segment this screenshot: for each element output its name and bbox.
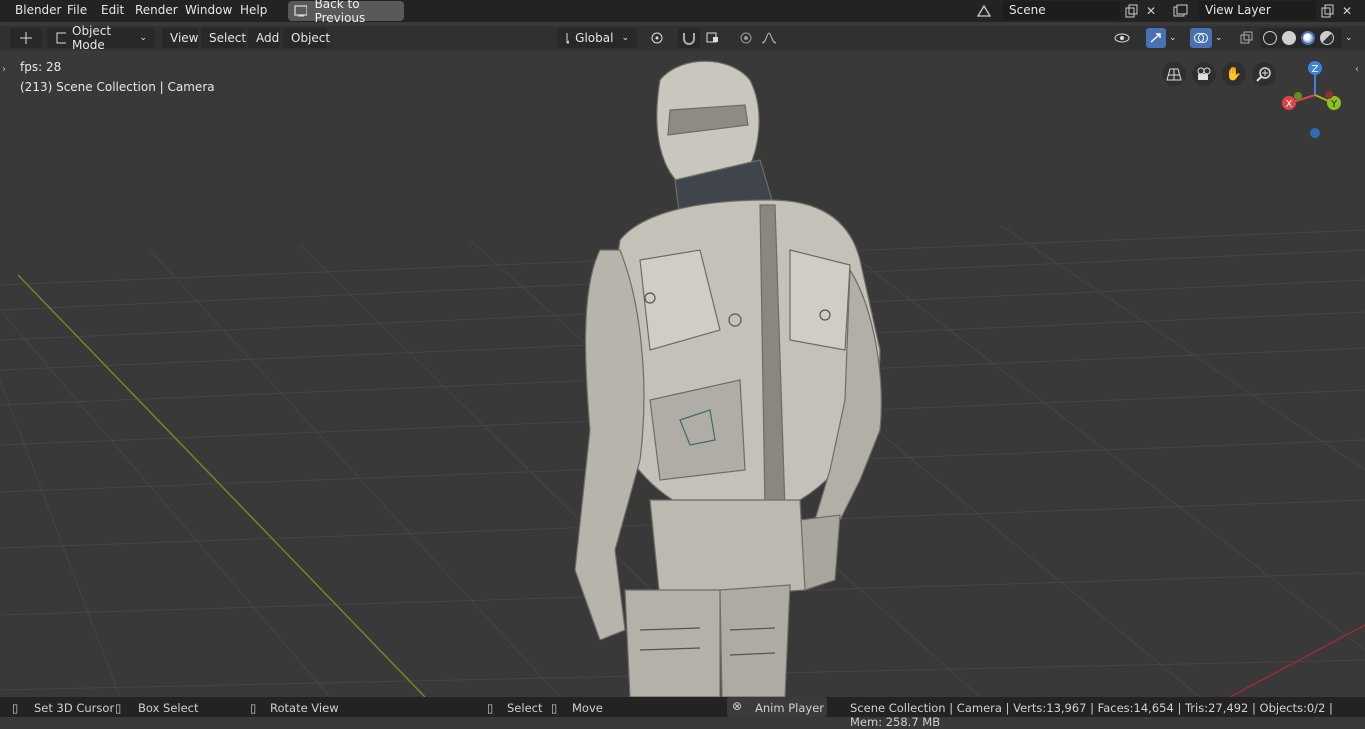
view-layer-field[interactable]: View Layer bbox=[1199, 1, 1316, 20]
menu-edit[interactable]: Edit bbox=[101, 3, 124, 17]
cancel-icon[interactable]: ⊗ bbox=[732, 699, 742, 713]
rendered-shading-icon[interactable] bbox=[1320, 31, 1334, 45]
close-scene-icon[interactable]: ✕ bbox=[1142, 2, 1160, 20]
snap-increment-icon bbox=[706, 32, 718, 43]
rotate-view-hint: Rotate View bbox=[270, 701, 339, 715]
back-button-label: Back to Previous bbox=[314, 0, 366, 25]
menu-window[interactable]: Window bbox=[185, 3, 232, 17]
xray-toggle[interactable] bbox=[1236, 28, 1256, 48]
chevron-down-icon: ⌄ bbox=[1345, 33, 1353, 43]
visibility-dropdown[interactable] bbox=[1110, 28, 1142, 48]
gizmo-dropdown[interactable]: ⌄ bbox=[1166, 28, 1184, 48]
toolbar-expand-icon[interactable]: › bbox=[2, 64, 6, 75]
navigation-gizmo[interactable]: Z X Y bbox=[1278, 58, 1358, 148]
perspective-toggle-icon[interactable] bbox=[1162, 62, 1186, 86]
close-view-layer-icon[interactable]: ✕ bbox=[1338, 2, 1356, 20]
scene-statistics: Scene Collection | Camera | Verts:13,967… bbox=[850, 701, 1333, 729]
sidebar-expand-icon[interactable]: ‹ bbox=[1355, 64, 1359, 75]
shading-modes bbox=[1260, 28, 1342, 48]
material-shading-icon[interactable] bbox=[1301, 31, 1315, 45]
viewport-info: (213) Scene Collection | Camera bbox=[20, 80, 215, 94]
solid-shading-icon[interactable] bbox=[1282, 31, 1296, 45]
viewport-header: Object Mode ⌄ View Select Add Object Glo… bbox=[0, 24, 1365, 52]
editor-type-icon bbox=[20, 32, 34, 44]
gizmo-icon bbox=[1150, 33, 1161, 43]
new-scene-icon[interactable] bbox=[1122, 2, 1140, 20]
anim-player-task[interactable]: ⊗ Anim Player bbox=[727, 697, 827, 717]
mouse-left-icon: ▯ bbox=[487, 701, 494, 715]
falloff-button[interactable] bbox=[758, 28, 790, 48]
pivot-point-button[interactable] bbox=[642, 28, 674, 48]
eye-icon bbox=[1114, 33, 1130, 43]
camera-view-icon[interactable] bbox=[1192, 62, 1216, 86]
menu-select[interactable]: Select bbox=[201, 28, 246, 48]
snap-type-button[interactable] bbox=[702, 28, 732, 48]
menu-view[interactable]: View bbox=[162, 28, 198, 48]
zoom-icon[interactable] bbox=[1252, 62, 1276, 86]
back-to-previous-button[interactable]: Back to Previous bbox=[288, 0, 404, 25]
svg-text:Z: Z bbox=[1312, 64, 1319, 75]
overlay-icon bbox=[1194, 33, 1208, 43]
fps-readout: fps: 28 bbox=[20, 60, 62, 74]
menu-render[interactable]: Render bbox=[135, 3, 178, 17]
scene-browse-icon[interactable] bbox=[975, 2, 993, 20]
mode-dropdown[interactable]: Object Mode ⌄ bbox=[47, 24, 155, 52]
menu-object[interactable]: Object bbox=[283, 28, 330, 48]
chevron-down-icon: ⌄ bbox=[621, 33, 629, 43]
menu-add[interactable]: Add bbox=[248, 28, 280, 48]
set-3d-cursor-hint: Set 3D Cursor bbox=[34, 701, 115, 715]
neg-y-axis-icon bbox=[1294, 92, 1302, 100]
xray-icon bbox=[1240, 31, 1253, 44]
shading-dropdown[interactable]: ⌄ bbox=[1342, 28, 1360, 48]
robot-model[interactable] bbox=[0, 50, 1365, 697]
view-layer-icon[interactable] bbox=[1172, 2, 1190, 20]
anim-player-label: Anim Player bbox=[755, 701, 824, 715]
new-view-layer-icon[interactable] bbox=[1318, 2, 1336, 20]
mode-label: Object Mode bbox=[72, 24, 112, 52]
menu-blender[interactable]: Blender bbox=[15, 3, 62, 17]
chevron-down-icon: ⌄ bbox=[139, 33, 147, 43]
overlay-toggle[interactable] bbox=[1190, 28, 1212, 48]
select-hint: Select bbox=[507, 701, 543, 715]
object-mode-icon bbox=[56, 32, 67, 44]
box-select-hint: Box Select bbox=[138, 701, 199, 715]
status-bar: ▯ Set 3D Cursor ▯ Box Select ▯ Rotate Vi… bbox=[0, 697, 1365, 729]
mouse-drag-icon: ▯ bbox=[551, 701, 558, 715]
scene-name-field[interactable]: Scene bbox=[1003, 1, 1120, 20]
gizmo-toggle[interactable] bbox=[1146, 28, 1166, 48]
top-bar: Blender File Edit Render Window Help Bac… bbox=[0, 0, 1365, 25]
pivot-icon bbox=[651, 32, 663, 44]
chevron-down-icon: ⌄ bbox=[1169, 33, 1177, 43]
move-hint: Move bbox=[572, 701, 603, 715]
proportional-edit-icon bbox=[740, 32, 752, 44]
menu-file[interactable]: File bbox=[67, 3, 87, 17]
menu-help[interactable]: Help bbox=[240, 3, 267, 17]
proportional-edit-toggle[interactable] bbox=[736, 28, 756, 48]
mouse-left-icon: ▯ bbox=[12, 701, 19, 715]
wireframe-shading-icon[interactable] bbox=[1263, 31, 1277, 45]
screen-icon bbox=[294, 5, 307, 17]
orientation-label: Global bbox=[575, 31, 614, 45]
editor-type-button[interactable] bbox=[10, 28, 42, 48]
orientation-icon bbox=[566, 33, 570, 44]
chevron-down-icon: ⌄ bbox=[1215, 33, 1223, 43]
snap-toggle[interactable] bbox=[678, 28, 700, 48]
svg-text:X: X bbox=[1286, 99, 1293, 110]
hand-pan-icon[interactable]: ✋ bbox=[1222, 62, 1246, 86]
falloff-curve-icon bbox=[761, 32, 777, 44]
magnet-icon bbox=[683, 33, 695, 45]
transform-orientation-dropdown[interactable]: Global ⌄ bbox=[557, 28, 637, 48]
mouse-middle-icon: ▯ bbox=[250, 701, 257, 715]
neg-x-axis-icon bbox=[1325, 91, 1333, 99]
overlay-dropdown[interactable]: ⌄ bbox=[1212, 28, 1230, 48]
mouse-drag-icon: ▯ bbox=[115, 701, 122, 715]
neg-z-axis-icon bbox=[1310, 128, 1320, 138]
svg-text:Y: Y bbox=[1330, 99, 1338, 110]
3d-viewport[interactable]: fps: 28 (213) Scene Collection | Camera … bbox=[0, 50, 1365, 697]
